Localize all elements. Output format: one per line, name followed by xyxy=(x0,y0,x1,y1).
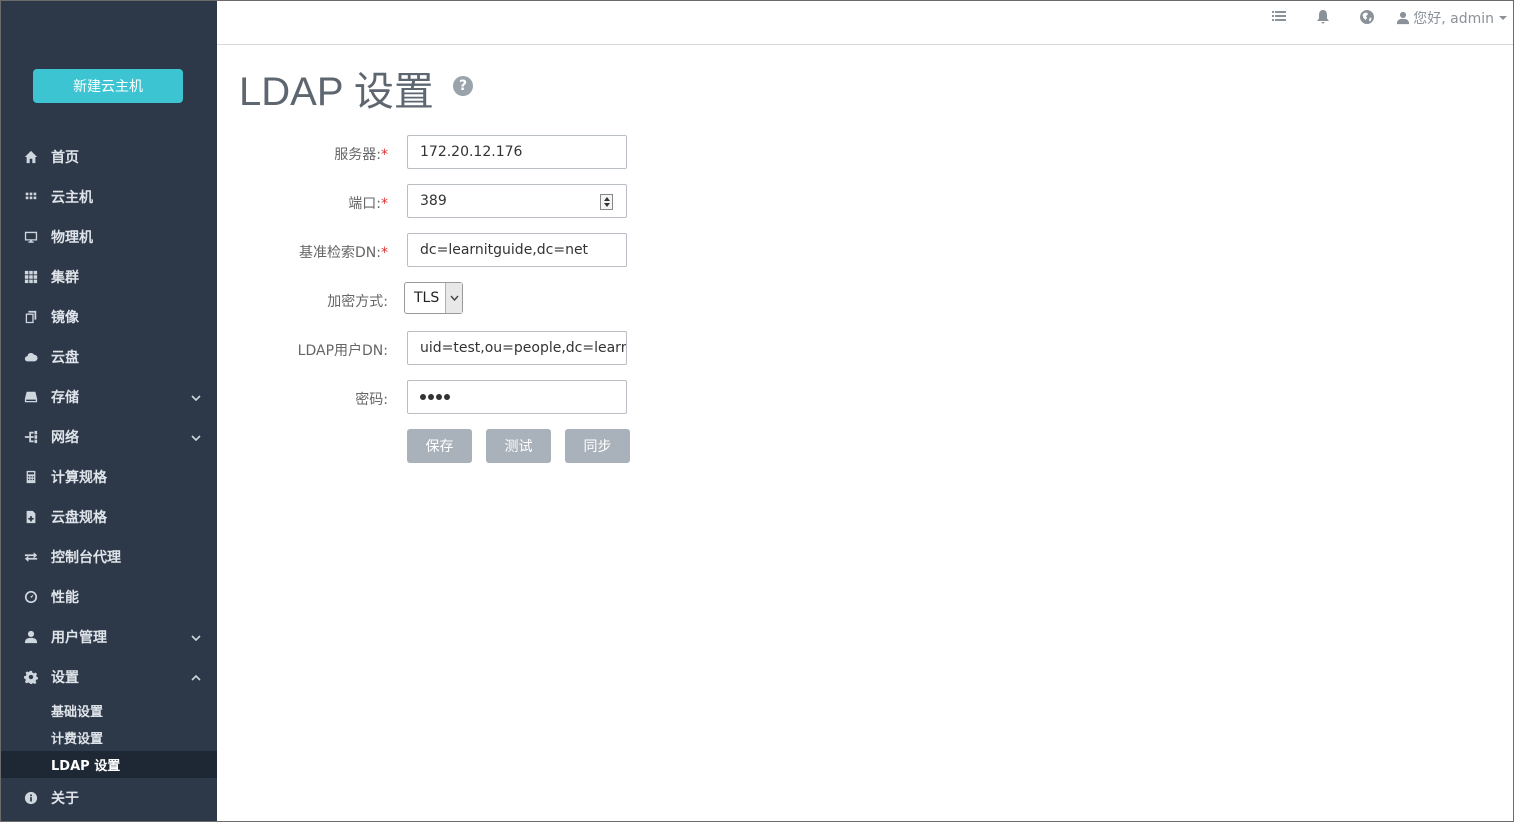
user-dn-label: LDAP用户DN: xyxy=(297,343,388,359)
monitor-icon xyxy=(23,229,39,245)
network-icon xyxy=(23,429,39,445)
sidebar-item-about[interactable]: 关于 xyxy=(1,778,217,818)
sidebar-subitem-billing-settings[interactable]: 计费设置 xyxy=(1,724,217,751)
sidebar-item-settings[interactable]: 设置 xyxy=(1,657,217,697)
sidebar-item-vm[interactable]: 云主机 xyxy=(1,177,217,217)
sync-button[interactable]: 同步 xyxy=(565,429,630,463)
chevron-down-icon[interactable] xyxy=(191,391,201,402)
sidebar-item-label: 首页 xyxy=(51,150,79,166)
sidebar-item-label: 性能 xyxy=(51,590,79,606)
port-value: 389 xyxy=(420,193,447,209)
home-icon xyxy=(23,149,39,165)
server-row: 服务器:* 172.20.12.176 xyxy=(217,135,717,169)
encryption-value: TLS xyxy=(414,290,440,306)
port-label: 端口:* xyxy=(348,196,388,212)
sidebar-item-label: 关于 xyxy=(51,791,79,807)
chevron-down-icon[interactable] xyxy=(191,631,201,642)
info-icon xyxy=(23,790,39,806)
spinner-arrows-icon[interactable] xyxy=(600,194,613,210)
sidebar-item-compute-offering[interactable]: 计算规格 xyxy=(1,457,217,497)
sidebar: 新建云主机 首页 云主机 物理机 集群 镜像 云盘 存储 网络 计算规格 云盘规… xyxy=(1,1,217,821)
user-greeting: 您好, admin xyxy=(1413,11,1494,27)
encryption-row: 加密方式: TLS xyxy=(217,282,717,316)
sidebar-subitem-ldap-settings[interactable]: LDAP 设置 xyxy=(1,751,217,778)
chevron-down-icon xyxy=(445,283,462,313)
sidebar-item-label: 控制台代理 xyxy=(51,550,121,566)
sidebar-item-label: 用户管理 xyxy=(51,630,107,646)
sidebar-item-label: 集群 xyxy=(51,270,79,286)
globe-icon[interactable] xyxy=(1359,9,1375,25)
encryption-select[interactable]: TLS xyxy=(404,282,463,314)
file-icon xyxy=(23,509,39,525)
sidebar-item-physical[interactable]: 物理机 xyxy=(1,217,217,257)
dashboard-icon xyxy=(23,589,39,605)
top-bar: 您好, admin xyxy=(217,1,1513,45)
encryption-label: 加密方式: xyxy=(327,294,388,310)
password-mask xyxy=(420,394,450,400)
new-vm-button[interactable]: 新建云主机 xyxy=(33,69,183,103)
sidebar-item-cluster[interactable]: 集群 xyxy=(1,257,217,297)
sidebar-item-console-proxy[interactable]: 控制台代理 xyxy=(1,537,217,577)
user-icon xyxy=(1397,11,1410,25)
user-icon xyxy=(23,629,39,645)
th-icon xyxy=(23,189,39,205)
sidebar-item-label: 物理机 xyxy=(51,230,93,246)
base-dn-input[interactable]: dc=learnitguide,dc=net xyxy=(407,233,627,267)
user-dn-row: LDAP用户DN: uid=test,ou=people,dc=learnitg xyxy=(217,331,717,365)
sidebar-subitem-basic-settings[interactable]: 基础设置 xyxy=(1,697,217,724)
sidebar-nav: 首页 云主机 物理机 集群 镜像 云盘 存储 网络 计算规格 云盘规格 控制台代… xyxy=(1,137,217,818)
sidebar-item-network[interactable]: 网络 xyxy=(1,417,217,457)
sidebar-item-user-management[interactable]: 用户管理 xyxy=(1,617,217,657)
sidebar-item-label: 镜像 xyxy=(51,310,79,326)
sidebar-item-label: 云盘规格 xyxy=(51,510,107,526)
app-window: 新建云主机 首页 云主机 物理机 集群 镜像 云盘 存储 网络 计算规格 云盘规… xyxy=(0,0,1514,822)
base-dn-label: 基准检索DN:* xyxy=(299,245,388,261)
gear-icon xyxy=(23,669,39,685)
port-row: 端口:* 389 xyxy=(217,184,717,218)
sidebar-item-label: 计算规格 xyxy=(51,470,107,486)
sidebar-item-disk[interactable]: 云盘 xyxy=(1,337,217,377)
page-title: LDAP 设置 xyxy=(239,70,434,114)
sidebar-item-label: 网络 xyxy=(51,430,79,446)
user-menu[interactable]: 您好, admin xyxy=(1396,8,1507,28)
password-row: 密码: xyxy=(217,380,717,414)
bell-icon[interactable] xyxy=(1315,9,1331,25)
grid-icon xyxy=(23,269,39,285)
help-icon[interactable]: ? xyxy=(453,76,473,96)
sidebar-item-label: 存储 xyxy=(51,390,79,406)
password-input[interactable] xyxy=(407,380,627,414)
chevron-up-icon[interactable] xyxy=(191,671,201,681)
chevron-down-icon[interactable] xyxy=(191,431,201,442)
sidebar-item-disk-offering[interactable]: 云盘规格 xyxy=(1,497,217,537)
sidebar-item-image[interactable]: 镜像 xyxy=(1,297,217,337)
list-icon[interactable] xyxy=(1271,9,1287,25)
server-input[interactable]: 172.20.12.176 xyxy=(407,135,627,169)
copy-icon xyxy=(23,309,39,325)
calculator-icon xyxy=(23,469,39,485)
port-input[interactable]: 389 xyxy=(407,184,627,218)
password-label: 密码: xyxy=(355,392,388,408)
sidebar-item-label: 设置 xyxy=(51,670,79,686)
sidebar-item-label: 云盘 xyxy=(51,350,79,366)
sidebar-item-label: 云主机 xyxy=(51,190,93,206)
exchange-icon xyxy=(23,549,39,565)
save-button[interactable]: 保存 xyxy=(407,429,472,463)
test-button[interactable]: 测试 xyxy=(486,429,551,463)
caret-down-icon xyxy=(1499,16,1507,20)
sidebar-item-home[interactable]: 首页 xyxy=(1,137,217,177)
cloud-icon xyxy=(23,349,39,365)
base-dn-row: 基准检索DN:* dc=learnitguide,dc=net xyxy=(217,233,717,267)
sidebar-item-storage[interactable]: 存储 xyxy=(1,377,217,417)
hdd-icon xyxy=(23,389,39,405)
user-dn-input[interactable]: uid=test,ou=people,dc=learnitg xyxy=(407,331,627,365)
sidebar-item-performance[interactable]: 性能 xyxy=(1,577,217,617)
server-label: 服务器:* xyxy=(334,147,388,163)
